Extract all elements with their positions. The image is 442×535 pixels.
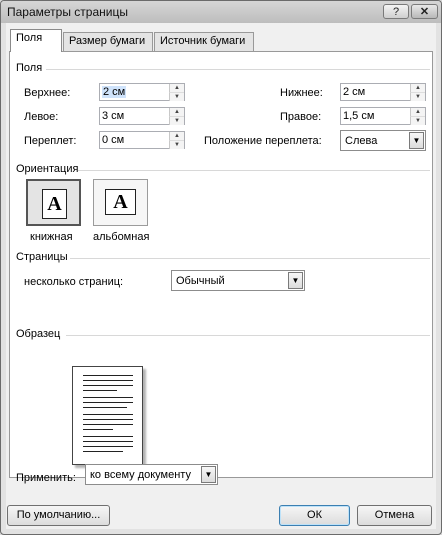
preview-line — [83, 436, 133, 437]
tab-panel-margins: Поля Верхнее: 2 см ▲ ▼ Нижнее: 2 см ▲ ▼ … — [9, 51, 433, 484]
landscape-label[interactable]: альбомная — [93, 231, 149, 243]
section-divider — [78, 170, 430, 171]
gutter-spinner[interactable]: 0 см ▲ ▼ — [99, 131, 185, 149]
preview-line — [83, 390, 117, 391]
page-preview — [72, 366, 143, 465]
section-divider — [66, 335, 430, 336]
left-margin-spinner[interactable]: 3 см ▲ ▼ — [99, 107, 185, 125]
chevron-down-icon[interactable]: ▼ — [201, 466, 216, 483]
apply-to-value[interactable]: ко всему документу — [90, 469, 191, 481]
section-orientation-heading: Ориентация — [16, 163, 79, 175]
apply-to-select[interactable]: ко всему документу ▼ — [85, 464, 218, 485]
left-margin-label: Левое: — [24, 111, 59, 123]
portrait-page-icon: A — [42, 189, 67, 219]
spin-down-icon[interactable]: ▼ — [169, 116, 184, 125]
gutter-position-select[interactable]: Слева ▼ — [340, 130, 426, 151]
top-margin-label: Верхнее: — [24, 87, 71, 99]
bottom-margin-label: Нижнее: — [280, 87, 323, 99]
spin-up-icon[interactable]: ▲ — [410, 108, 425, 116]
spin-up-icon[interactable]: ▲ — [169, 108, 184, 116]
chevron-down-icon[interactable]: ▼ — [288, 272, 303, 289]
preview-line — [83, 446, 133, 447]
spin-down-icon[interactable]: ▼ — [410, 92, 425, 101]
portrait-option[interactable]: A — [26, 179, 81, 226]
preview-line — [83, 429, 113, 430]
spin-up-icon[interactable]: ▲ — [169, 132, 184, 140]
gutter-position-label: Положение переплета: — [204, 135, 322, 147]
tab-paper-size[interactable]: Размер бумаги — [63, 32, 153, 51]
gutter-label: Переплет: — [24, 135, 77, 147]
close-button[interactable]: ✕ — [411, 4, 438, 19]
preview-line — [83, 402, 133, 403]
help-button[interactable]: ? — [383, 4, 409, 19]
cancel-button[interactable]: Отмена — [357, 505, 432, 526]
section-margins-heading: Поля — [16, 62, 43, 74]
landscape-page-icon: A — [105, 189, 136, 215]
preview-line — [83, 385, 133, 386]
multiple-pages-value[interactable]: Обычный — [176, 275, 225, 287]
section-pages-heading: Страницы — [16, 251, 68, 263]
preview-line — [83, 397, 133, 398]
portrait-label[interactable]: книжная — [30, 231, 73, 243]
multiple-pages-select[interactable]: Обычный ▼ — [171, 270, 305, 291]
gutter-value[interactable]: 0 см — [102, 134, 124, 146]
spin-down-icon[interactable]: ▼ — [410, 116, 425, 125]
chevron-down-icon[interactable]: ▼ — [409, 132, 424, 149]
preview-line — [83, 451, 123, 452]
title-bar: Параметры страницы ? ✕ — [1, 1, 441, 23]
preview-line — [83, 414, 133, 415]
section-divider — [70, 258, 430, 259]
top-margin-spinner[interactable]: 2 см ▲ ▼ — [99, 83, 185, 101]
preview-line — [83, 424, 133, 425]
spin-up-icon[interactable]: ▲ — [169, 84, 184, 92]
spin-up-icon[interactable]: ▲ — [410, 84, 425, 92]
spin-down-icon[interactable]: ▼ — [169, 140, 184, 149]
page-setup-window: Параметры страницы ? ✕ Поля Размер бумаг… — [0, 0, 442, 535]
multiple-pages-label: несколько страниц: — [24, 276, 124, 288]
section-divider — [46, 69, 430, 70]
top-margin-value[interactable]: 2 см — [102, 86, 127, 98]
ok-button[interactable]: ОК — [279, 505, 350, 526]
section-preview-heading: Образец — [16, 328, 61, 340]
landscape-option[interactable]: A — [93, 179, 148, 226]
preview-line — [83, 419, 133, 420]
bottom-margin-value[interactable]: 2 см — [343, 86, 365, 98]
right-margin-label: Правое: — [280, 111, 322, 123]
apply-to-label: Применить: — [16, 472, 76, 484]
dialog-body: Поля Размер бумаги Источник бумаги Поля … — [6, 23, 436, 529]
preview-line — [83, 407, 127, 408]
left-margin-value[interactable]: 3 см — [102, 110, 124, 122]
bottom-margin-spinner[interactable]: 2 см ▲ ▼ — [340, 83, 426, 101]
spin-down-icon[interactable]: ▼ — [169, 92, 184, 101]
tab-paper-source[interactable]: Источник бумаги — [154, 32, 254, 51]
tab-margins[interactable]: Поля — [10, 29, 62, 52]
right-margin-value[interactable]: 1,5 см — [343, 110, 374, 122]
window-title: Параметры страницы — [7, 5, 128, 19]
gutter-position-value[interactable]: Слева — [345, 135, 377, 147]
preview-line — [83, 375, 133, 376]
preview-line — [83, 441, 133, 442]
set-default-button[interactable]: По умолчанию... — [7, 505, 110, 526]
right-margin-spinner[interactable]: 1,5 см ▲ ▼ — [340, 107, 426, 125]
preview-line — [83, 380, 133, 381]
